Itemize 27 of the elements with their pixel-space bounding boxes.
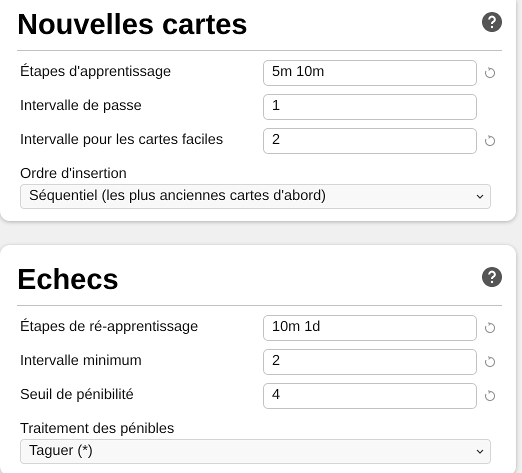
input-field[interactable]: 2 [263,349,477,375]
field-label: Ordre d'insertion [20,165,128,184]
reset-icon[interactable] [484,322,496,334]
reset-icon[interactable] [484,356,496,368]
field-label: Étapes d'apprentissage [19,62,172,82]
reset-icon[interactable] [484,390,496,402]
help-icon[interactable] [482,12,502,32]
field-label: Intervalle pour les cartes faciles [19,131,224,150]
reset-icon[interactable] [484,135,496,147]
field-label: Intervalle minimum [19,352,143,372]
input-field[interactable]: 10m 1d [263,315,477,341]
input-field[interactable]: 2 [263,128,477,154]
section-title: Nouvelles cartes [17,8,248,43]
input-field[interactable]: 1 [263,94,477,120]
reset-icon[interactable] [484,67,496,79]
section-title: Echecs [17,263,119,298]
help-icon[interactable] [482,267,502,287]
field-label: Intervalle de passe [19,97,143,116]
dropdown[interactable]: Séquentiel (les plus anciennes cartes d'abord) [20,184,491,209]
input-field[interactable]: 5m 10m [263,60,477,86]
input-field[interactable]: 4 [263,383,477,409]
dropdown[interactable]: Taguer (*) [20,439,491,464]
chevron-icon [476,449,484,454]
field-label: Seuil de pénibilité [19,386,135,406]
field-label: Traitement des pénibles [20,420,176,439]
chevron-icon [476,194,484,199]
field-label: Étapes de ré-apprentissage [19,317,200,338]
